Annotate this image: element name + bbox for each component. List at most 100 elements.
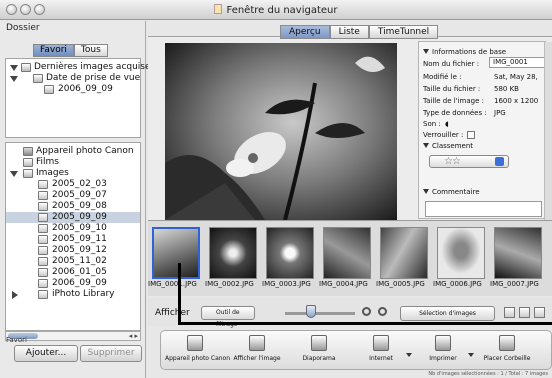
monitor-icon [249, 335, 265, 351]
preview-area: Informations de base Nom du fichier : IM… [148, 36, 552, 220]
tree-item-label: Images [36, 168, 69, 178]
thumbnail-image [437, 227, 485, 279]
thumbnail-strip: IMG_0001.JPG IMG_0002.JPG IMG_0003.JPG I… [148, 220, 552, 296]
callout-line [178, 263, 181, 325]
segment-favori[interactable]: Favori [33, 44, 74, 57]
print-dropdown-icon[interactable] [468, 353, 474, 357]
disclosure-open-icon[interactable] [423, 49, 429, 54]
calendar-icon [44, 85, 54, 94]
info-value: 580 KB [494, 85, 519, 93]
view-image-button[interactable]: Afficher l'image [227, 335, 287, 362]
print-button[interactable]: Imprimer [413, 335, 473, 362]
tree-item-folder[interactable]: 2005_02_03 [6, 179, 140, 190]
tree-item-folder[interactable]: 2006_09_09 [6, 278, 140, 289]
tree-item-label: 2005_09_07 [52, 190, 107, 200]
folder-icon [38, 290, 48, 299]
thumbnail-image [323, 227, 371, 279]
disclosure-open-icon[interactable] [423, 189, 429, 194]
tree-item-folder[interactable]: 2005_09_11 [6, 234, 140, 245]
tab-timetunnel[interactable]: TimeTunnel [368, 25, 439, 39]
tool-label: Internet [369, 355, 393, 362]
tree-item-folder[interactable]: 2005_11_02 [6, 256, 140, 267]
image-selection-dropdown[interactable]: Sélection d'images [400, 306, 495, 321]
zoom-out-icon[interactable] [362, 307, 371, 316]
add-favorite-button[interactable]: Ajouter... [14, 345, 78, 362]
tree-item-folder[interactable]: 2005_09_08 [6, 201, 140, 212]
canon-camera-button[interactable]: Appareil photo Canon [165, 335, 230, 362]
tool-label: Diaporama [302, 355, 336, 362]
tree-item-label: Appareil photo Canon [36, 146, 134, 156]
section-rating[interactable]: Classement [423, 142, 473, 150]
thumbnail[interactable]: IMG_0004.JPG [319, 224, 372, 293]
rotate-left-icon[interactable] [504, 307, 515, 318]
camera-icon [187, 335, 203, 351]
thumbnail[interactable]: IMG_0007.JPG [490, 224, 543, 293]
tree-item-folder-selected[interactable]: 2005_09_09 [6, 212, 140, 223]
segment-tous[interactable]: Tous [73, 44, 108, 57]
internet-button[interactable]: Internet [351, 335, 411, 362]
info-vertical-scrollbar[interactable] [544, 42, 552, 220]
folder-mode-segment: Favori Tous [33, 44, 108, 57]
tree-item-date[interactable]: Date de prise de vue [6, 73, 140, 84]
window-title: Fenêtre du navigateur [0, 4, 552, 16]
favorites-label: Favori [6, 336, 27, 344]
zoom-slider-track[interactable] [285, 312, 355, 315]
tree-item-label: 2005_09_09 [52, 212, 107, 222]
thumbnail[interactable]: IMG_0005.JPG [376, 224, 429, 293]
section-basic-info[interactable]: Informations de base [423, 48, 506, 56]
thumbnail[interactable]: IMG_0002.JPG [205, 224, 258, 293]
scroll-arrows-icon[interactable]: ◂ ▸ [129, 332, 138, 340]
thumbnail-caption: IMG_0001.JPG [148, 280, 197, 288]
tree-item-images[interactable]: Images [6, 168, 140, 179]
comment-field[interactable] [425, 201, 542, 217]
section-title: Informations de base [432, 48, 507, 56]
tab-apercu[interactable]: Aperçu [280, 25, 330, 39]
image-preview[interactable] [165, 43, 397, 220]
delete-favorite-button[interactable]: Supprimer [80, 345, 142, 362]
tree-item-label: Date de prise de vue [46, 73, 141, 83]
section-comment[interactable]: Commentaire [423, 188, 480, 196]
info-key: Modifié le : [423, 73, 462, 81]
tree-item-recent[interactable]: Dernières images acquises [6, 62, 155, 73]
disclosure-open-icon[interactable] [10, 171, 18, 177]
favorites-tree: Dernières images acquises Date de prise … [5, 58, 155, 138]
internet-dropdown-icon[interactable] [406, 353, 412, 357]
printer-icon [435, 335, 451, 351]
disclosure-open-icon[interactable] [423, 143, 429, 148]
sound-icon[interactable]: ◖ [445, 120, 449, 128]
folder-icon [21, 63, 31, 72]
thumbnail-selected[interactable]: IMG_0001.JPG [148, 224, 201, 293]
tree-item-films[interactable]: Films [6, 157, 140, 168]
filter-tool-dropdown[interactable]: Outil de filtrage [201, 306, 255, 328]
info-key: Taille du fichier : [423, 85, 481, 93]
disclosure-open-icon[interactable] [10, 65, 18, 71]
section-title: Classement [432, 142, 474, 150]
rotate-right-icon[interactable] [519, 307, 530, 318]
slideshow-button[interactable]: Diaporama [289, 335, 349, 362]
lock-checkbox[interactable] [467, 131, 475, 139]
info-key: Nom du fichier : [423, 60, 480, 68]
tree-item-2006-09-09[interactable]: 2006_09_09 [6, 84, 140, 95]
view-mode-icon[interactable] [534, 307, 545, 318]
trash-icon [499, 335, 515, 351]
filename-field[interactable]: IMG_0001 [489, 57, 545, 68]
tree-item-folder[interactable]: 2005_09_12 [6, 245, 140, 256]
thumbnail[interactable]: IMG_0003.JPG [262, 224, 315, 293]
tree-item-folder[interactable]: 2006_01_05 [6, 267, 140, 278]
tool-label: Afficher l'image [233, 355, 281, 362]
zoom-in-icon[interactable] [378, 307, 387, 316]
thumbnail[interactable]: IMG_0006.JPG [433, 224, 486, 293]
tree-item-folder[interactable]: 2005_09_07 [6, 190, 140, 201]
disclosure-open-icon[interactable] [10, 76, 18, 82]
disclosure-closed-icon[interactable] [12, 291, 18, 299]
rating-selector[interactable]: ☆☆ [429, 155, 509, 168]
callout-line [178, 322, 552, 325]
tree-item-iphoto[interactable]: iPhoto Library [6, 289, 140, 300]
tree-item-folder[interactable]: 2005_09_10 [6, 223, 140, 234]
tree-item-label: 2005_09_11 [52, 234, 107, 244]
film-folder-icon [23, 158, 33, 167]
tab-liste[interactable]: Liste [329, 25, 369, 39]
zoom-slider-knob[interactable] [306, 305, 316, 318]
move-to-trash-button[interactable]: Placer Corbeille [477, 335, 537, 362]
tree-item-canon-camera[interactable]: Appareil photo Canon [6, 146, 140, 157]
